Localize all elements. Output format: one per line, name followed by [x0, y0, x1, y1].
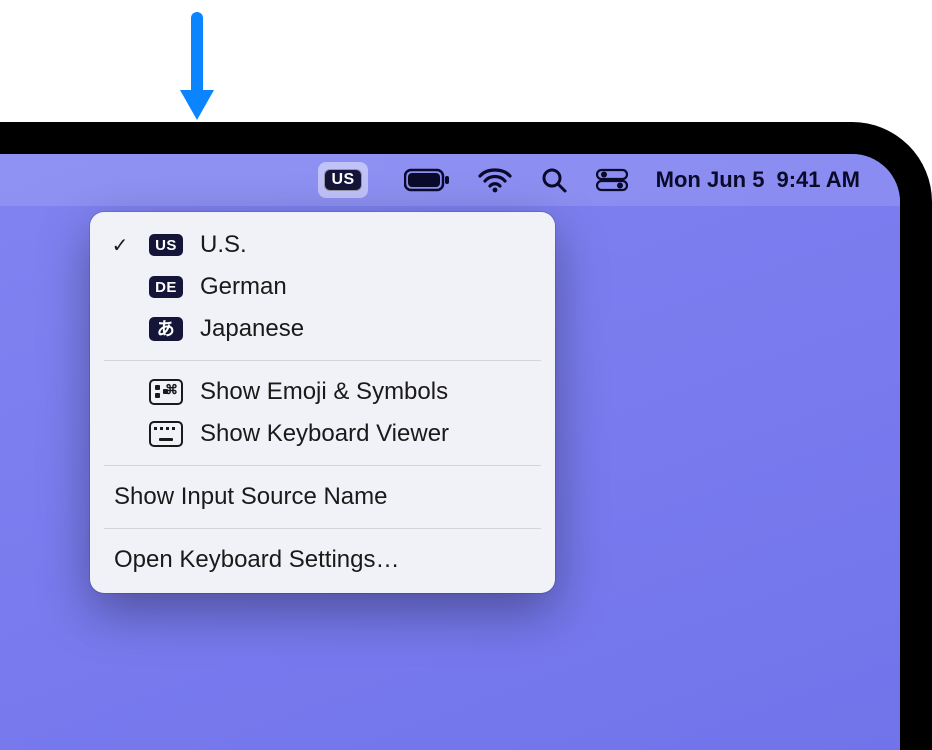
options-section: Show Input Source Name — [90, 472, 555, 522]
callout-arrow — [177, 12, 217, 122]
menu-item-label: Show Keyboard Viewer — [200, 420, 533, 448]
battery-status-icon[interactable] — [404, 154, 450, 206]
emoji-viewer-icon — [149, 379, 183, 405]
open-keyboard-settings-item[interactable]: Open Keyboard Settings… — [90, 539, 555, 581]
menu-bar-clock[interactable]: Mon Jun 5 9:41 AM — [656, 154, 860, 206]
input-source-dropdown: ✓ US U.S. DE German あ Japanese — [90, 212, 555, 593]
control-center-icon[interactable] — [596, 154, 628, 206]
input-source-item-german[interactable]: DE German — [90, 266, 555, 308]
show-keyboard-viewer-item[interactable]: Show Keyboard Viewer — [90, 413, 555, 455]
menu-item-label: Show Input Source Name — [114, 483, 533, 511]
input-source-item-us[interactable]: ✓ US U.S. — [90, 224, 555, 266]
tools-section: Show Emoji & Symbols Show Keyboard Viewe… — [90, 367, 555, 459]
menu-separator — [104, 528, 541, 529]
screen: US — [0, 154, 900, 750]
menu-separator — [104, 360, 541, 361]
checkmark-icon: ✓ — [108, 233, 132, 258]
language-badge-us: US — [149, 234, 183, 256]
input-source-item-japanese[interactable]: あ Japanese — [90, 308, 555, 350]
input-source-label: German — [200, 273, 533, 301]
language-badge-jp: あ — [149, 317, 183, 341]
show-input-source-name-item[interactable]: Show Input Source Name — [90, 476, 555, 518]
input-sources-section: ✓ US U.S. DE German あ Japanese — [90, 220, 555, 354]
wifi-status-icon[interactable] — [478, 154, 512, 206]
menu-bar-date: Mon Jun 5 — [656, 167, 765, 193]
footer-section: Open Keyboard Settings… — [90, 535, 555, 585]
menu-separator — [104, 465, 541, 466]
menu-bar: US — [0, 154, 900, 206]
keyboard-viewer-icon — [149, 421, 183, 447]
input-source-badge: US — [324, 169, 361, 191]
input-source-label: U.S. — [200, 231, 533, 259]
input-source-menu-button[interactable]: US — [318, 154, 367, 206]
language-badge-de: DE — [149, 276, 183, 298]
menu-item-label: Show Emoji & Symbols — [200, 378, 533, 406]
spotlight-search-icon[interactable] — [540, 154, 568, 206]
laptop-frame: US — [0, 122, 932, 750]
input-source-label: Japanese — [200, 315, 533, 343]
show-emoji-symbols-item[interactable]: Show Emoji & Symbols — [90, 371, 555, 413]
menu-item-label: Open Keyboard Settings… — [114, 546, 533, 574]
menu-bar-time: 9:41 AM — [776, 167, 860, 193]
